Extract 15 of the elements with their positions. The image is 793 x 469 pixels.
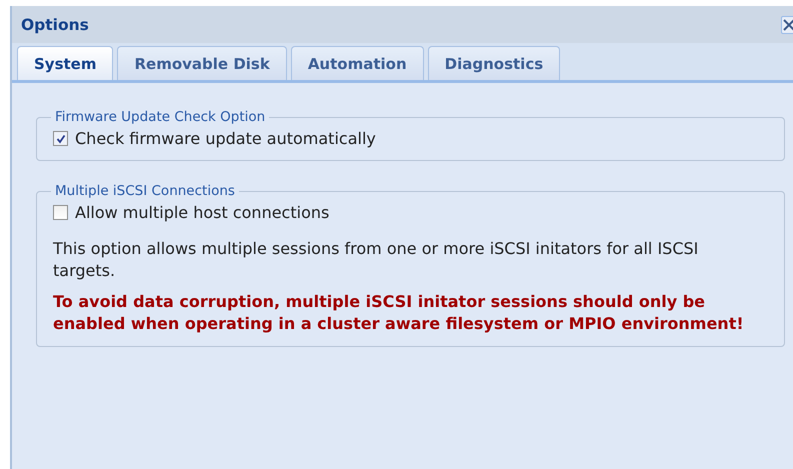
- close-button[interactable]: [781, 16, 793, 34]
- tab[interactable]: Diagnostics: [428, 46, 560, 80]
- group-legend: Multiple iSCSI Connections: [51, 183, 239, 199]
- checkbox-label: Check firmware update automatically: [75, 129, 376, 148]
- description-text: This option allows multiple sessions from one or more iSCSI initators for all ISCSI targets.: [53, 238, 700, 282]
- group-legend: Firmware Update Check Option: [51, 109, 270, 125]
- checkbox[interactable]: [53, 205, 68, 220]
- checkbox[interactable]: [53, 131, 68, 146]
- window-title: Options: [21, 16, 89, 34]
- checkbox-label: Allow multiple host connections: [75, 203, 330, 222]
- tab[interactable]: System: [17, 46, 114, 80]
- description-text: To avoid data corruption, multiple iSCSI initator sessions should only be enabled when operating in a cluster aware filesystem or MPIO environment!: [53, 291, 745, 334]
- tab[interactable]: Removable Disk: [117, 46, 287, 80]
- tab[interactable]: Automation: [290, 46, 424, 80]
- close-icon: [783, 18, 793, 30]
